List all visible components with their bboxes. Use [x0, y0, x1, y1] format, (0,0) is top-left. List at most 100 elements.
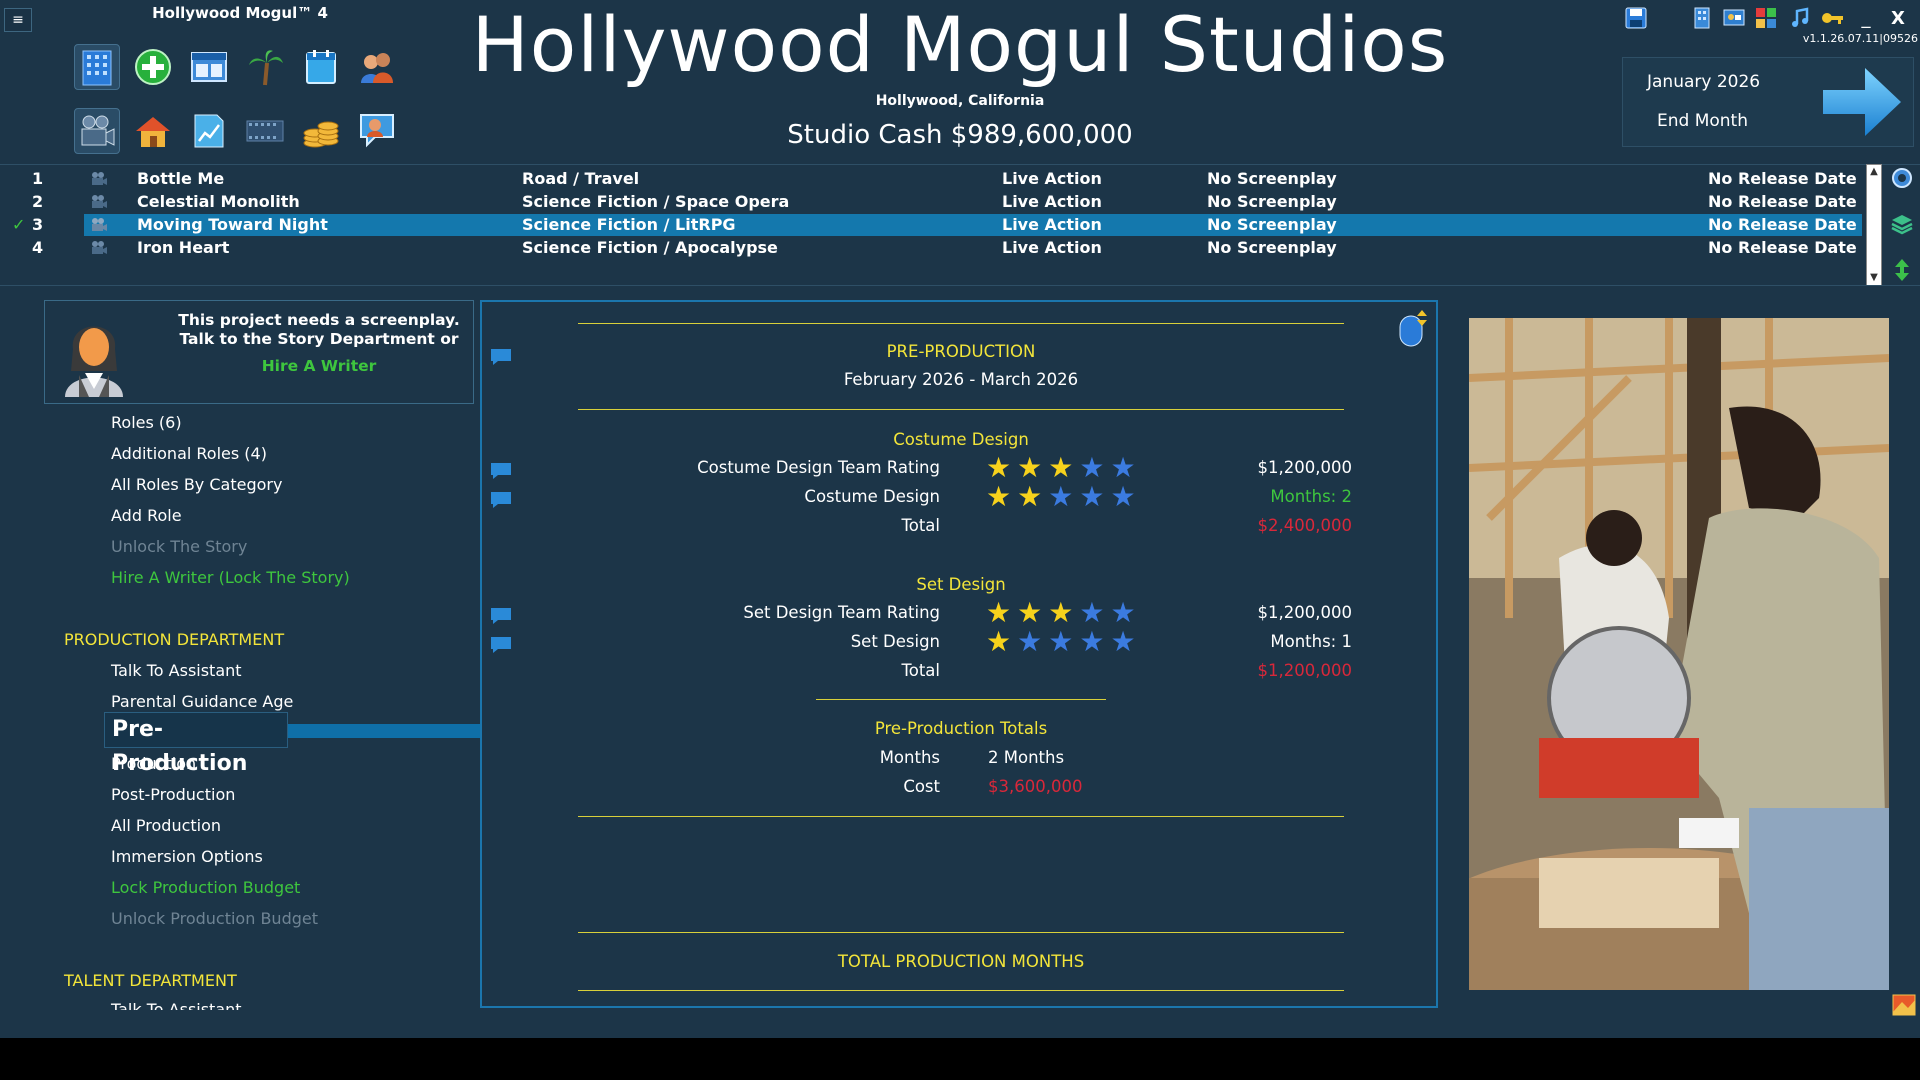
layers-icon[interactable]: [1888, 210, 1916, 238]
menu-additional-roles[interactable]: Additional Roles (4): [111, 444, 267, 463]
add-project-icon[interactable]: [130, 44, 176, 90]
chart-icon[interactable]: [186, 108, 232, 154]
end-month-arrow-icon[interactable]: [1821, 64, 1903, 140]
scroll-up-icon[interactable]: ▲: [1867, 165, 1881, 179]
menu-roles[interactable]: Roles (6): [111, 413, 182, 432]
key-icon[interactable]: [1818, 4, 1846, 32]
building-icon[interactable]: [1688, 4, 1716, 32]
star-empty-icon[interactable]: ★: [1048, 628, 1073, 656]
film-camera-icon[interactable]: [74, 108, 120, 154]
talent-department-header: TALENT DEPARTMENT: [64, 971, 237, 990]
close-button[interactable]: X: [1884, 4, 1912, 32]
project-screenplay: No Screenplay: [1207, 215, 1337, 234]
menu-hire-writer-lock-story[interactable]: Hire A Writer (Lock The Story): [111, 568, 350, 587]
costume-design-header: Costume Design: [893, 430, 1029, 449]
star-filled-icon[interactable]: ★: [1017, 599, 1042, 627]
star-empty-icon[interactable]: ★: [1110, 628, 1135, 656]
star-empty-icon[interactable]: ★: [1110, 599, 1135, 627]
star-filled-icon[interactable]: ★: [1017, 483, 1042, 511]
scroll-down-icon[interactable]: ▼: [1867, 271, 1881, 285]
set-total-value: $1,200,000: [1257, 661, 1352, 680]
project-release: No Release Date: [1708, 238, 1857, 257]
star-filled-icon[interactable]: ★: [1017, 454, 1042, 482]
star-filled-icon[interactable]: ★: [986, 483, 1011, 511]
project-release: No Release Date: [1708, 192, 1857, 211]
studio-building-icon[interactable]: [74, 44, 120, 90]
hire-writer-link[interactable]: Hire A Writer: [169, 357, 469, 375]
minimize-button[interactable]: _: [1852, 4, 1880, 32]
star-filled-icon[interactable]: ★: [986, 454, 1011, 482]
pre-production-header: PRE-PRODUCTION: [886, 342, 1036, 361]
costume-team-stars[interactable]: ★ ★ ★ ★ ★: [986, 454, 1136, 482]
star-filled-icon[interactable]: ★: [986, 628, 1011, 656]
house-icon[interactable]: [130, 108, 176, 154]
costume-team-cost: $1,200,000: [1257, 458, 1352, 477]
main-menu-button[interactable]: ≡: [4, 8, 32, 32]
sort-arrows-icon[interactable]: [1888, 256, 1916, 284]
star-empty-icon[interactable]: ★: [1017, 628, 1042, 656]
palette-icon[interactable]: [1752, 4, 1780, 32]
menu-unlock-production-budget[interactable]: Unlock Production Budget: [111, 909, 318, 928]
coins-icon[interactable]: [298, 108, 344, 154]
totals-cost-value: $3,600,000: [988, 777, 1083, 796]
talk-icon[interactable]: [354, 108, 400, 154]
calendar-icon[interactable]: [298, 44, 344, 90]
costume-design-label: Costume Design: [804, 487, 940, 506]
star-filled-icon[interactable]: ★: [1048, 599, 1073, 627]
costume-total-label: Total: [901, 516, 940, 535]
chat-icon[interactable]: [490, 607, 512, 625]
screen-icon[interactable]: [1720, 4, 1748, 32]
menu-add-role[interactable]: Add Role: [111, 506, 182, 525]
chat-icon[interactable]: [490, 348, 512, 366]
set-design-stars[interactable]: ★ ★ ★ ★ ★: [986, 628, 1136, 656]
project-row[interactable]: 2 Celestial Monolith Science Fiction / S…: [0, 191, 1864, 213]
film-strip-icon[interactable]: [242, 108, 288, 154]
star-empty-icon[interactable]: ★: [1079, 454, 1104, 482]
menu-immersion-options[interactable]: Immersion Options: [111, 847, 263, 866]
end-month-label[interactable]: End Month: [1657, 111, 1748, 131]
writer-notice-line2: Talk to the Story Department or: [179, 330, 459, 348]
menu-production[interactable]: Production: [111, 754, 196, 773]
menu-talk-to-assistant[interactable]: Talk To Assistant: [111, 661, 242, 680]
costume-design-stars[interactable]: ★ ★ ★ ★ ★: [986, 483, 1136, 511]
chat-icon[interactable]: [490, 636, 512, 654]
project-title: Bottle Me: [137, 169, 225, 188]
notification-icon[interactable]: [1892, 994, 1916, 1016]
menu-talent-talk-to-assistant[interactable]: Talk To Assistant: [111, 1000, 242, 1010]
project-row-selected[interactable]: ✓ 3 Moving Toward Night Science Fiction …: [0, 214, 1864, 236]
star-filled-icon[interactable]: ★: [986, 599, 1011, 627]
star-filled-icon[interactable]: ★: [1048, 454, 1073, 482]
music-icon[interactable]: [1786, 4, 1814, 32]
menu-lock-production-budget[interactable]: Lock Production Budget: [111, 878, 300, 897]
star-empty-icon[interactable]: ★: [1079, 483, 1104, 511]
star-empty-icon[interactable]: ★: [1079, 628, 1104, 656]
save-icon[interactable]: [1622, 4, 1650, 32]
chat-icon[interactable]: [490, 462, 512, 480]
project-list-scrollbar[interactable]: ▲ ▼: [1866, 164, 1882, 286]
palm-tree-icon[interactable]: [242, 44, 288, 90]
settings-gear-icon[interactable]: [1888, 164, 1916, 192]
menu-post-production[interactable]: Post-Production: [111, 785, 235, 804]
star-empty-icon[interactable]: ★: [1048, 483, 1073, 511]
menu-pre-production-active[interactable]: Pre-Production: [104, 712, 288, 776]
project-genre: Road / Travel: [522, 169, 640, 188]
studio-cash: Studio Cash $989,600,000: [787, 120, 1133, 150]
date-panel: January 2026 End Month: [1622, 57, 1914, 147]
set-team-stars[interactable]: ★ ★ ★ ★ ★: [986, 599, 1136, 627]
project-row[interactable]: 4 Iron Heart Science Fiction / Apocalyps…: [0, 237, 1864, 259]
costume-total-value: $2,400,000: [1257, 516, 1352, 535]
menu-all-roles-by-category[interactable]: All Roles By Category: [111, 475, 282, 494]
menu-all-production[interactable]: All Production: [111, 816, 221, 835]
star-empty-icon[interactable]: ★: [1110, 454, 1135, 482]
studio-location: Hollywood, California: [875, 93, 1045, 109]
mouse-scroll-icon[interactable]: [1396, 308, 1430, 348]
star-empty-icon[interactable]: ★: [1079, 599, 1104, 627]
star-empty-icon[interactable]: ★: [1110, 483, 1135, 511]
project-row[interactable]: 1 Bottle Me Road / Travel Live Action No…: [0, 168, 1864, 190]
window-layout-icon[interactable]: [186, 44, 232, 90]
people-icon[interactable]: [354, 44, 400, 90]
menu-parental-guidance-age[interactable]: Parental Guidance Age: [111, 692, 293, 711]
chat-icon[interactable]: [490, 491, 512, 509]
menu-unlock-story[interactable]: Unlock The Story: [111, 537, 247, 556]
total-production-months-header: TOTAL PRODUCTION MONTHS: [837, 952, 1085, 971]
